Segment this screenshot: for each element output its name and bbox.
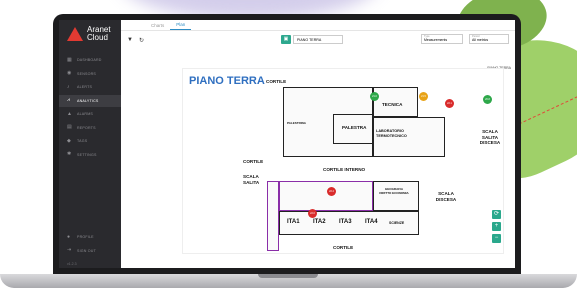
zoom-out-icon: − [494, 235, 499, 241]
zoom-in-button[interactable]: + [492, 222, 501, 231]
floor-icon: ▣ [283, 36, 289, 42]
label-ita4: ITA4 [365, 219, 378, 225]
reset-view-button[interactable]: ⟳ [492, 210, 501, 219]
type-select-value: Measurements [424, 38, 448, 42]
label-scala-salita-discesa: SCALA SALITA DISCESA [479, 129, 501, 145]
period-select-value: All metrics [472, 38, 489, 42]
sidebar-item-label: REPORTS [77, 125, 96, 130]
sidebar-item-label: ALARMS [77, 112, 93, 116]
user-icon: ● [67, 233, 71, 240]
label-laboratorio: LABORATORIO TERMOTECNICO [376, 129, 407, 138]
sensor-icon: ◉ [67, 70, 72, 76]
tag-icon: ◆ [67, 137, 72, 144]
sidebar-item-sensors[interactable]: ◉ SENSORS [59, 68, 121, 80]
refresh-icon: ⟳ [493, 211, 500, 217]
sidebar-item-reports[interactable]: ▤ REPORTS [59, 122, 121, 134]
sensor-value: 22.0 [310, 212, 315, 215]
tab-plan[interactable]: Plan [170, 22, 192, 30]
label-geografia: GEOGRAFIA DIRITTO ECONOMIA [379, 187, 409, 195]
gear-icon: ✱ [67, 151, 72, 157]
sidebar-item-label: DASHBOARD [77, 58, 102, 62]
corridor-west [267, 181, 279, 251]
sensor-value: 21.0 [372, 95, 377, 98]
warning-icon: ▲ [67, 110, 73, 117]
floor-plan-map[interactable]: PIANO TERRA CORTILE TECNICA PALESTRA PAL… [182, 68, 504, 254]
label-cortile-bottom: CORTILE [333, 245, 354, 250]
chart-icon: ⩘ [67, 97, 71, 103]
label-scala-salita-left: SCALA SALITA [243, 174, 260, 185]
map-title: PIANO TERRA [189, 75, 265, 87]
sidebar: Aranet Cloud ▦ DASHBOARD ◉ SENSORS ♪ ALERTS… [59, 20, 121, 268]
app-logo[interactable]: Aranet Cloud [59, 20, 121, 46]
tab-charts[interactable]: Charts [145, 23, 170, 30]
toolbar: ▼ ↻ ▣ PIANO TERRA Type Measurements Peri… [121, 31, 515, 49]
sidebar-bottom: ● PROFILE ⇥ SIGN OUT [59, 231, 121, 258]
brand-line2: Cloud [87, 33, 108, 42]
view-tabs: Charts Plan [121, 20, 515, 31]
type-select[interactable]: Type Measurements [421, 34, 463, 44]
label-palestrina: PALESTRINA [287, 121, 306, 125]
sidebar-item-tags[interactable]: ◆ TAGS [59, 135, 121, 147]
sensor-marker[interactable]: 20.8 [483, 95, 492, 104]
sidebar-item-label: SIGN OUT [77, 248, 96, 253]
report-icon: ▤ [67, 124, 72, 130]
sidebar-item-analytics[interactable]: ⩘ ANALYTICS [59, 94, 121, 107]
sensor-value: 22.4 [329, 190, 334, 193]
label-cortile-top: CORTILE [266, 79, 287, 84]
logout-icon: ⇥ [67, 247, 72, 253]
label-cortile-interno: CORTILE INTERNO [323, 167, 366, 172]
sidebar-item-alerts[interactable]: ♪ ALERTS [59, 81, 121, 93]
floor-plan-button[interactable]: ▣ [281, 35, 291, 44]
sidebar-item-signout[interactable]: ⇥ SIGN OUT [59, 245, 121, 257]
refresh-icon[interactable]: ↻ [139, 37, 144, 44]
sidebar-nav: ▦ DASHBOARD ◉ SENSORS ♪ ALERTS ⩘ ANALYTICS ▲… [59, 54, 121, 161]
label-ita3: ITA3 [339, 219, 352, 225]
label-scienze: SCIENZE [389, 221, 405, 225]
dashboard-icon: ▦ [67, 56, 72, 63]
sensor-value: 20.8 [485, 98, 490, 101]
label-cortile-left: CORTILE [243, 159, 264, 164]
label-ita1: ITA1 [287, 219, 300, 225]
sidebar-item-label: PROFILE [77, 235, 94, 239]
sidebar-item-label: ANALYTICS [77, 98, 99, 103]
filter-icon[interactable]: ▼ [127, 37, 133, 43]
sensor-marker[interactable]: 22.1 [445, 99, 454, 108]
laptop: Aranet Cloud ▦ DASHBOARD ◉ SENSORS ♪ ALERTS… [53, 14, 521, 276]
zoom-in-icon: + [494, 223, 499, 229]
label-scala-discesa: SCALA DISCESA [435, 191, 457, 202]
sidebar-item-label: TAGS [77, 139, 88, 143]
sensor-marker[interactable]: 22.4 [327, 187, 336, 196]
sidebar-item-dashboard[interactable]: ▦ DASHBOARD [59, 54, 121, 66]
laptop-notch [258, 274, 318, 278]
sidebar-item-label: SETTINGS [77, 152, 97, 157]
label-tecnica: TECNICA [382, 102, 403, 107]
building-central [279, 181, 373, 211]
sensor-marker[interactable]: 21.0 [370, 92, 379, 101]
sensor-marker[interactable]: 21.5 [419, 92, 428, 101]
laptop-screen: Aranet Cloud ▦ DASHBOARD ◉ SENSORS ♪ ALERTS… [59, 20, 515, 268]
room-geografia [373, 181, 419, 211]
sensor-value: 21.5 [421, 95, 426, 98]
alert-icon: ♪ [67, 83, 70, 90]
sensor-marker[interactable]: 22.0 [308, 209, 317, 218]
app-version: v1.2.3 [67, 262, 77, 266]
zoom-out-button[interactable]: − [492, 234, 501, 243]
label-palestra: PALESTRA [342, 125, 367, 130]
sidebar-item-settings[interactable]: ✱ SETTINGS [59, 149, 121, 161]
sidebar-item-profile[interactable]: ● PROFILE [59, 231, 121, 243]
label-ita2: ITA2 [313, 219, 326, 225]
sidebar-item-label: ALERTS [77, 85, 93, 89]
product-scene: Aranet Cloud ▦ DASHBOARD ◉ SENSORS ♪ ALERTS… [0, 0, 577, 288]
sidebar-item-alarms[interactable]: ▲ ALARMS [59, 108, 121, 120]
period-select[interactable]: Period All metrics [469, 34, 509, 44]
logo-icon [67, 27, 83, 41]
sensor-value: 22.1 [447, 102, 452, 105]
floor-select[interactable]: PIANO TERRA [293, 35, 343, 44]
sidebar-item-label: SENSORS [77, 71, 96, 76]
